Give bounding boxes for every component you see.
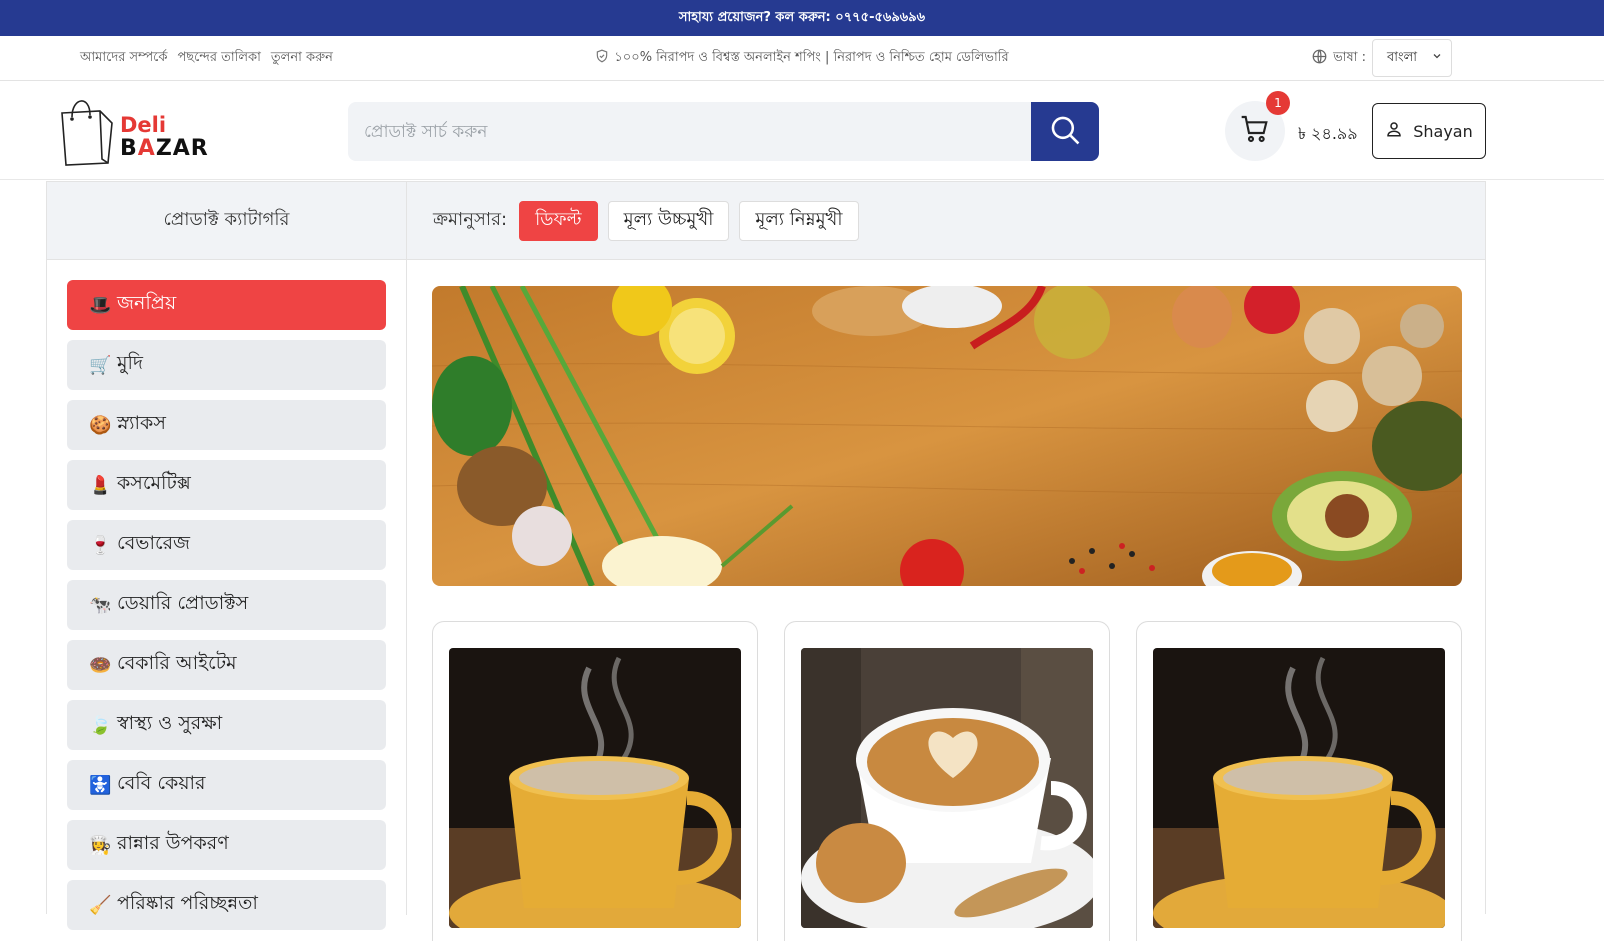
category-item-popular[interactable]: 🎩 জনপ্রিয়	[67, 280, 386, 330]
search-input[interactable]	[348, 102, 1031, 161]
sort-price-low-button[interactable]: মূল্য নিম্নমুখী	[739, 200, 859, 241]
category-label: পরিষ্কার পরিচ্ছন্নতা	[117, 892, 258, 914]
category-label: রান্নার উপকরণ	[117, 832, 229, 854]
site-header: Deli BAZAR 1 ৳ ২৪.৯৯ Shayan	[0, 81, 1604, 180]
shopping-cart-icon: 🛒	[89, 354, 112, 376]
baby-symbol-icon: 🚼	[89, 774, 112, 796]
cookie-icon: 🍪	[89, 414, 112, 436]
product-card[interactable]	[784, 621, 1110, 941]
broom-icon: 🧹	[89, 894, 112, 916]
info-bar: আমাদের সম্পর্কে পছন্দের তালিকা তুলনা করু…	[0, 36, 1604, 81]
category-label: স্ন্যাকস	[117, 412, 166, 434]
cow-icon: 🐄	[89, 594, 112, 616]
top-links: আমাদের সম্পর্কে পছন্দের তালিকা তুলনা করু…	[80, 48, 333, 69]
logo-bazar-text: BAZAR	[120, 137, 209, 161]
search-icon	[1048, 113, 1082, 151]
category-label: জনপ্রিয়	[117, 292, 177, 314]
language-label: ভাষা :	[1333, 49, 1366, 65]
main-area: প্রোডাক্ট ক্যাটাগরি 🎩 জনপ্রিয় 🛒 মুদি 🍪 …	[46, 181, 1486, 941]
product-card[interactable]	[432, 621, 758, 941]
category-item-health[interactable]: 🍃 স্বাস্থ্য ও সুরক্ষা	[67, 700, 386, 750]
shield-icon	[595, 49, 609, 67]
deli-bazar-logo[interactable]: Deli BAZAR	[56, 93, 209, 167]
product-image-coffee-latte	[801, 648, 1093, 928]
cart-total: ৳ ২৪.৯৯	[1298, 124, 1358, 143]
account-button[interactable]: Shayan	[1372, 103, 1486, 159]
about-us-link[interactable]: আমাদের সম্পর্কে	[80, 48, 167, 69]
sort-price-high-button[interactable]: মূল্য উচ্চমুখী	[607, 200, 730, 241]
globe-icon	[1312, 49, 1327, 68]
account-name: Shayan	[1413, 121, 1473, 141]
category-item-cooking[interactable]: 👩‍🍳 রান্নার উপকরণ	[67, 820, 386, 870]
category-item-beverage[interactable]: 🍷 বেভারেজ	[67, 520, 386, 570]
category-item-cosmetics[interactable]: 💄 কসমেটিক্স	[67, 460, 386, 510]
category-label: বেভারেজ	[117, 532, 191, 554]
category-label: মুদি	[117, 352, 143, 374]
search-bar	[348, 102, 1099, 161]
cart-icon	[1239, 113, 1271, 149]
category-item-grocery[interactable]: 🛒 মুদি	[67, 340, 386, 390]
logo-bazar-b: B	[120, 136, 138, 161]
sort-bar: ক্রমানুসার: ডিফল্ট মূল্য উচ্চমুখী মূল্য …	[407, 182, 1485, 260]
category-item-snacks[interactable]: 🍪 স্ন্যাকস	[67, 400, 386, 450]
category-label: বেকারি আইটেম	[117, 652, 237, 674]
sort-label: ক্রমানুসার:	[433, 209, 508, 230]
cake-icon: 🍩	[89, 654, 112, 676]
logo-bazar-a: A	[137, 136, 156, 161]
search-button[interactable]	[1031, 102, 1099, 161]
chevron-down-icon	[1431, 50, 1443, 66]
product-content: ক্রমানুসার: ডিফল্ট মূল্য উচ্চমুখী মূল্য …	[407, 182, 1485, 941]
compare-link[interactable]: তুলনা করুন	[271, 48, 333, 69]
hero-banner-image	[432, 286, 1462, 586]
health-icon: 🍃	[89, 714, 112, 736]
category-label: স্বাস্থ্য ও সুরক্ষা	[117, 712, 223, 734]
category-label: ডেয়ারি প্রোডাক্টস	[117, 592, 249, 614]
sort-default-button[interactable]: ডিফল্ট	[519, 200, 598, 241]
category-list: 🎩 জনপ্রিয় 🛒 মুদি 🍪 স্ন্যাকস 💄 কসমেটিক্স…	[47, 260, 406, 930]
product-image-tea-cup	[449, 648, 741, 928]
product-grid	[432, 621, 1462, 941]
cook-icon: 👩‍🍳	[89, 834, 112, 856]
category-label: বেবি কেয়ার	[117, 772, 206, 794]
language-select[interactable]: বাংলা	[1372, 39, 1452, 77]
help-text: সাহায্য প্রয়োজন? কল করুন: ০৭৭৫-৫৬৯৬৯৬	[678, 9, 926, 25]
top-help-bar: সাহায্য প্রয়োজন? কল করুন: ০৭৭৫-৫৬৯৬৯৬	[0, 0, 1604, 36]
user-icon	[1385, 120, 1403, 142]
product-image-tea-cup	[1153, 648, 1445, 928]
product-card[interactable]	[1136, 621, 1462, 941]
language-switcher: ভাষা : বাংলা	[1312, 39, 1452, 77]
wine-glass-icon: 🍷	[89, 534, 112, 556]
category-item-baby-care[interactable]: 🚼 বেবি কেয়ার	[67, 760, 386, 810]
category-item-cleaning[interactable]: 🧹 পরিষ্কার পরিচ্ছন্নতা	[67, 880, 386, 930]
category-item-bakery[interactable]: 🍩 বেকারি আইটেম	[67, 640, 386, 690]
logo-bazar-rest: ZAR	[155, 136, 209, 161]
lipstick-icon: 💄	[89, 474, 112, 496]
wishlist-link[interactable]: পছন্দের তালিকা	[177, 48, 260, 69]
category-item-dairy[interactable]: 🐄 ডেয়ারি প্রোডাক্টস	[67, 580, 386, 630]
safety-notice-text: ১০০% নিরাপদ ও বিশ্বস্ত অনলাইন শপিং | নির…	[614, 49, 1009, 65]
top-hat-icon: 🎩	[89, 294, 112, 316]
logo-deli-text: Deli	[120, 113, 167, 137]
language-selected-value: বাংলা	[1387, 49, 1418, 65]
cart-count-badge: 1	[1266, 91, 1290, 115]
category-sidebar-title: প্রোডাক্ট ক্যাটাগরি	[47, 182, 406, 260]
logo-text: Deli BAZAR	[120, 113, 209, 161]
category-label: কসমেটিক্স	[117, 472, 191, 494]
category-sidebar: প্রোডাক্ট ক্যাটাগরি 🎩 জনপ্রিয় 🛒 মুদি 🍪 …	[47, 182, 407, 930]
shopping-bag-icon	[61, 100, 113, 166]
